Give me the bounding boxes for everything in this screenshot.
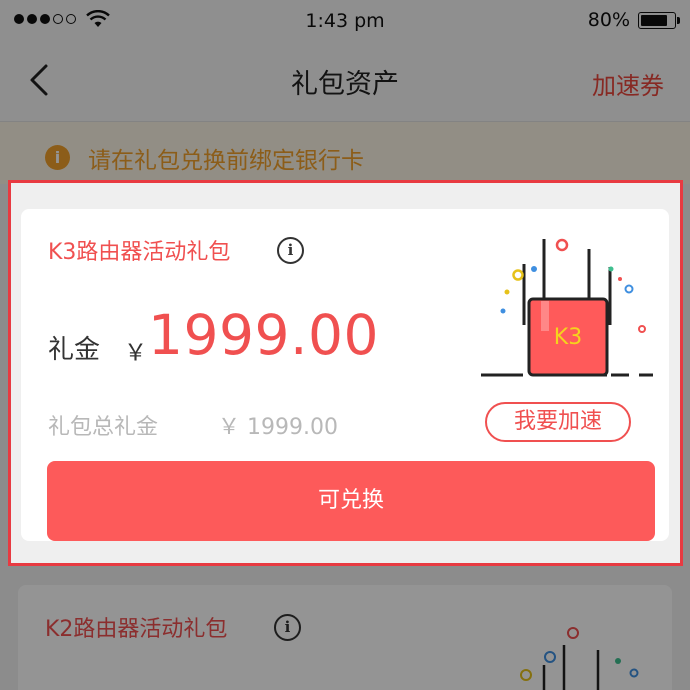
package-title: K3路由器活动礼包	[48, 240, 231, 265]
gift-amount-label: 礼金	[48, 335, 101, 365]
exchange-button[interactable]: 可兑换	[47, 461, 655, 541]
gift-amount-value: 1999.00	[148, 303, 379, 367]
router-model-label: K3	[554, 325, 582, 350]
total-gift-value: ￥ 1999.00	[218, 415, 338, 440]
currency-symbol: ￥	[124, 340, 147, 366]
info-icon[interactable]: i	[277, 237, 304, 264]
speed-up-button[interactable]: 我要加速	[485, 402, 631, 442]
router-illustration-icon: K3	[481, 238, 653, 377]
highlighted-package-region: K3路由器活动礼包 i 礼金 ￥ 1999.00 礼包总礼金 ￥ 1999.00…	[8, 180, 683, 566]
total-gift-label: 礼包总礼金	[48, 415, 159, 440]
package-card-k3: K3路由器活动礼包 i 礼金 ￥ 1999.00 礼包总礼金 ￥ 1999.00…	[21, 209, 669, 541]
